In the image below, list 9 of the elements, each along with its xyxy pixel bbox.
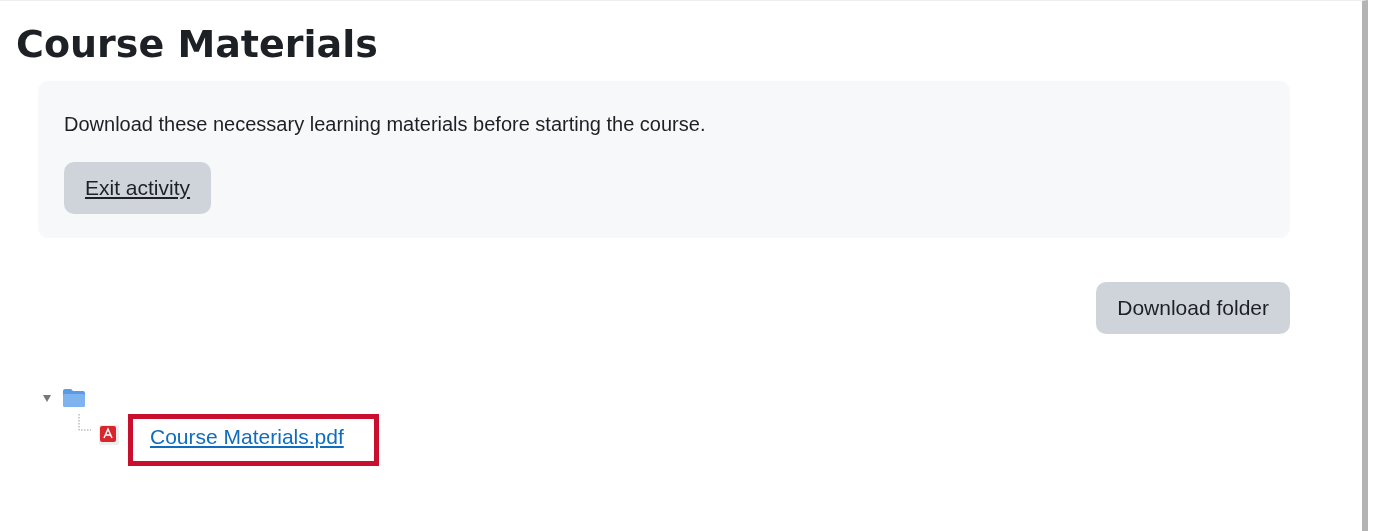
tree-connector bbox=[78, 414, 92, 432]
file-link[interactable]: Course Materials.pdf bbox=[150, 425, 344, 448]
pdf-file-icon bbox=[98, 424, 120, 446]
intro-text: Download these necessary learning materials before starting the course. bbox=[64, 113, 707, 136]
folder-icon bbox=[62, 388, 86, 408]
page-title: Course Materials bbox=[16, 21, 379, 68]
exit-activity-button[interactable]: Exit activity bbox=[64, 162, 212, 214]
download-folder-button[interactable]: Download folder bbox=[1096, 282, 1290, 334]
expand-triangle-icon[interactable] bbox=[42, 393, 52, 403]
